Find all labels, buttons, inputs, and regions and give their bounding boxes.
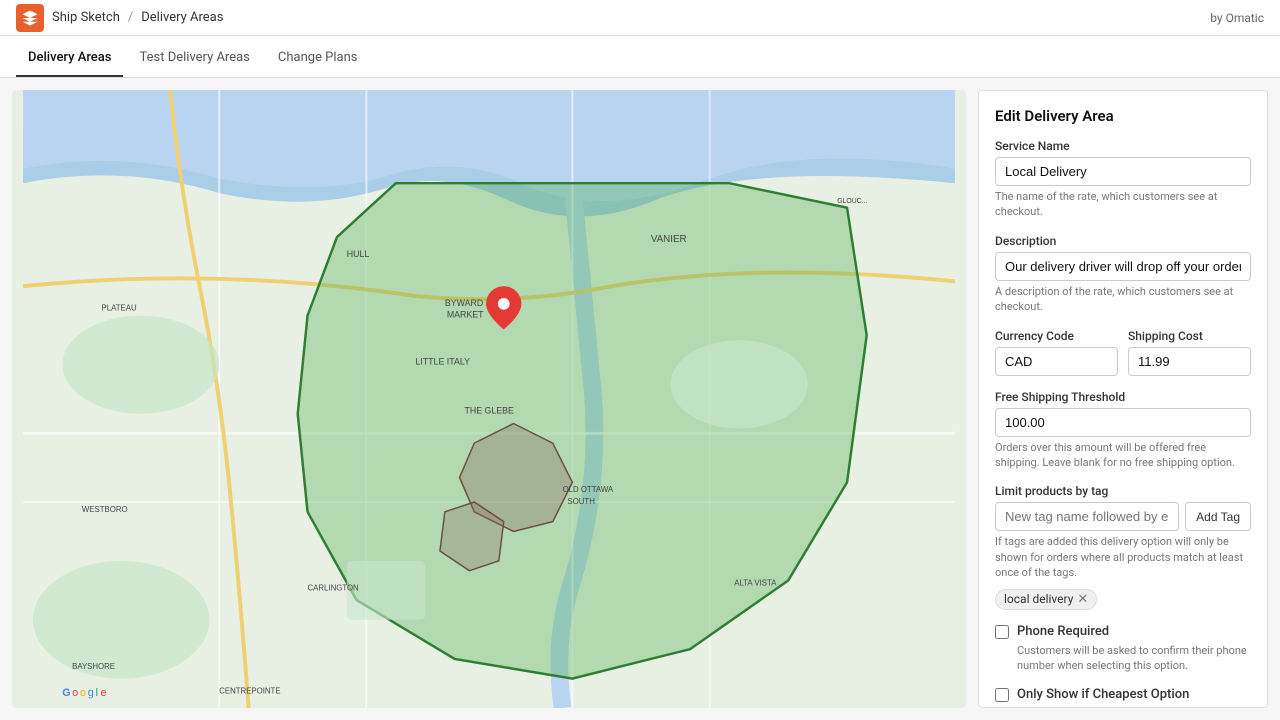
svg-text:CENTREPOINTE: CENTREPOINTE bbox=[219, 686, 280, 695]
description-field: Description A description of the rate, w… bbox=[995, 234, 1251, 315]
free-shipping-hint: Orders over this amount will be offered … bbox=[995, 440, 1251, 471]
svg-text:ALTA VISTA: ALTA VISTA bbox=[734, 578, 777, 587]
add-tag-button[interactable]: Add Tag bbox=[1185, 502, 1251, 531]
map-svg: VANIER HULL BYWARD MARKET PLATEAU THE GL… bbox=[12, 90, 966, 708]
tag-input-row: Add Tag bbox=[995, 502, 1251, 531]
limit-products-label: Limit products by tag bbox=[995, 484, 1251, 498]
breadcrumb-separator: / bbox=[128, 10, 133, 25]
app-logo bbox=[16, 4, 44, 32]
nav-tabs: Delivery Areas Test Delivery Areas Chang… bbox=[0, 36, 1280, 78]
topbar-byline: by Omatic bbox=[1210, 11, 1264, 25]
tag-remove-button[interactable]: ✕ bbox=[1077, 592, 1088, 607]
svg-text:THE GLEBE: THE GLEBE bbox=[464, 406, 514, 416]
app-name: Ship Sketch bbox=[52, 10, 120, 25]
svg-text:l: l bbox=[96, 687, 98, 699]
svg-text:GLOUC...: GLOUC... bbox=[837, 198, 867, 205]
currency-code-input[interactable] bbox=[995, 347, 1118, 376]
svg-text:SOUTH: SOUTH bbox=[567, 497, 595, 506]
free-shipping-label: Free Shipping Threshold bbox=[995, 390, 1251, 404]
service-name-hint: The name of the rate, which customers se… bbox=[995, 189, 1251, 220]
topbar-left: Ship Sketch / Delivery Areas bbox=[16, 4, 223, 32]
svg-text:HULL: HULL bbox=[347, 249, 370, 259]
map-container[interactable]: VANIER HULL BYWARD MARKET PLATEAU THE GL… bbox=[12, 90, 966, 708]
phone-required-label[interactable]: Phone Required bbox=[1017, 624, 1109, 639]
shipping-cost-field: Shipping Cost bbox=[1128, 329, 1251, 376]
cheapest-only-label[interactable]: Only Show if Cheapest Option bbox=[1017, 687, 1189, 702]
svg-text:BAYSHORE: BAYSHORE bbox=[72, 662, 115, 671]
shipping-cost-label: Shipping Cost bbox=[1128, 329, 1251, 343]
currency-code-label: Currency Code bbox=[995, 329, 1118, 343]
svg-text:g: g bbox=[88, 687, 94, 699]
svg-text:BYWARD: BYWARD bbox=[445, 298, 483, 308]
free-shipping-input[interactable] bbox=[995, 408, 1251, 437]
tags-area: local delivery ✕ bbox=[995, 589, 1251, 610]
edit-panel: Edit Delivery Area Service Name The name… bbox=[978, 90, 1268, 708]
tab-delivery-areas[interactable]: Delivery Areas bbox=[16, 40, 123, 77]
svg-text:PLATEAU: PLATEAU bbox=[102, 304, 137, 313]
tab-change-plans[interactable]: Change Plans bbox=[266, 40, 370, 77]
limit-products-field: Limit products by tag Add Tag If tags ar… bbox=[995, 484, 1251, 609]
free-shipping-field: Free Shipping Threshold Orders over this… bbox=[995, 390, 1251, 471]
page-title-breadcrumb: Delivery Areas bbox=[141, 10, 223, 25]
svg-text:G: G bbox=[62, 687, 70, 699]
logo-icon bbox=[21, 9, 39, 27]
main-content: VANIER HULL BYWARD MARKET PLATEAU THE GL… bbox=[0, 78, 1280, 720]
svg-text:CARLINGTON: CARLINGTON bbox=[308, 583, 360, 592]
tag-local-delivery: local delivery ✕ bbox=[995, 589, 1097, 610]
tag-label: local delivery bbox=[1004, 592, 1073, 606]
panel-title: Edit Delivery Area bbox=[995, 107, 1251, 125]
topbar: Ship Sketch / Delivery Areas by Omatic bbox=[0, 0, 1280, 36]
description-label: Description bbox=[995, 234, 1251, 248]
currency-code-field: Currency Code bbox=[995, 329, 1118, 376]
map-placeholder: VANIER HULL BYWARD MARKET PLATEAU THE GL… bbox=[12, 90, 966, 708]
svg-text:OLD OTTAWA: OLD OTTAWA bbox=[563, 485, 614, 494]
svg-text:e: e bbox=[101, 687, 107, 699]
cheapest-only-group: Only Show if Cheapest Option If a custom… bbox=[995, 687, 1251, 708]
svg-text:o: o bbox=[72, 687, 78, 699]
svg-text:WESTBORO: WESTBORO bbox=[82, 505, 128, 514]
currency-shipping-row: Currency Code Shipping Cost bbox=[995, 329, 1251, 390]
service-name-label: Service Name bbox=[995, 139, 1251, 153]
description-hint: A description of the rate, which custome… bbox=[995, 284, 1251, 315]
svg-text:VANIER: VANIER bbox=[651, 234, 687, 245]
cheapest-only-hint: If a customer is in multiple delivery ar… bbox=[1017, 706, 1251, 708]
service-name-input[interactable] bbox=[995, 157, 1251, 186]
svg-text:o: o bbox=[80, 687, 86, 699]
cheapest-only-row: Only Show if Cheapest Option bbox=[995, 687, 1251, 702]
cheapest-only-checkbox[interactable] bbox=[995, 688, 1009, 702]
phone-required-checkbox[interactable] bbox=[995, 625, 1009, 639]
tag-input[interactable] bbox=[995, 502, 1179, 531]
svg-text:MARKET: MARKET bbox=[447, 310, 484, 320]
phone-required-row: Phone Required bbox=[995, 624, 1251, 639]
service-name-field: Service Name The name of the rate, which… bbox=[995, 139, 1251, 220]
limit-products-hint: If tags are added this delivery option w… bbox=[995, 534, 1251, 580]
description-input[interactable] bbox=[995, 252, 1251, 281]
phone-required-hint: Customers will be asked to confirm their… bbox=[1017, 643, 1251, 674]
tab-test-delivery-areas[interactable]: Test Delivery Areas bbox=[127, 40, 261, 77]
svg-text:LITTLE ITALY: LITTLE ITALY bbox=[415, 357, 470, 367]
phone-required-group: Phone Required Customers will be asked t… bbox=[995, 624, 1251, 674]
shipping-cost-input[interactable] bbox=[1128, 347, 1251, 376]
